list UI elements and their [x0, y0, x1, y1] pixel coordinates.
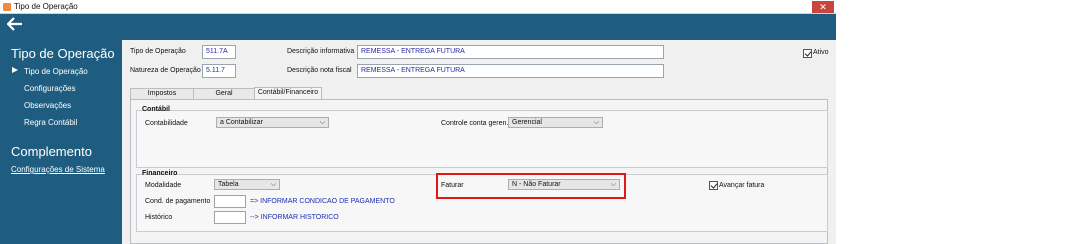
ativo-label: Ativo [813, 49, 829, 56]
sidebar-item-regra-contabil[interactable]: Regra Contábil [24, 118, 77, 127]
window-title: Tipo de Operação [14, 2, 78, 11]
historico-field[interactable] [214, 211, 246, 224]
sidebar-section-complemento: Complemento [11, 144, 92, 159]
sidebar-item-configuracoes[interactable]: Configurações [24, 84, 76, 93]
controle-conta-label: Controle conta geren. [441, 120, 509, 127]
descricao-informativa-field[interactable]: REMESSA - ENTREGA FUTURA [357, 45, 664, 59]
app-window: Tipo de Operação ✕ Tipo de Operação Tipo… [0, 0, 836, 244]
back-arrow-icon-svg [6, 17, 22, 31]
descricao-nota-label: Descrição nota fiscal [287, 67, 352, 74]
informar-historico-link[interactable]: --> INFORMAR HISTORICO [250, 214, 339, 221]
app-icon [3, 3, 11, 11]
modalidade-select[interactable]: Tabela ⌵ [214, 179, 280, 190]
informar-condicao-link[interactable]: => INFORMAR CONDICAO DE PAGAMENTO [250, 198, 395, 205]
modalidade-label: Modalidade [145, 182, 182, 189]
sidebar-section-title: Tipo de Operação [11, 46, 115, 61]
historico-label: Histórico [145, 214, 173, 221]
sidebar-item-observacoes[interactable]: Observações [24, 101, 71, 110]
controle-conta-select[interactable]: Gerencial ⌵ [508, 117, 603, 128]
window-titlebar: Tipo de Operação ✕ [0, 0, 836, 14]
top-bar [0, 14, 836, 40]
contabilidade-label: Contabilidade [145, 120, 188, 127]
tab-contabil-financeiro[interactable]: Contábil/Financeiro [254, 87, 322, 99]
financeiro-group-title: Financeiro [142, 170, 178, 177]
back-arrow-icon[interactable] [6, 17, 23, 35]
avancar-fatura-label: Avançar fatura [719, 182, 765, 189]
highlight-box [436, 173, 626, 199]
cond-pagamento-label: Cond. de pagamento [145, 198, 211, 205]
modalidade-value: Tabela [218, 181, 239, 188]
natureza-operacao-field[interactable]: 5.11.7 [202, 64, 236, 78]
tipo-operacao-field[interactable]: 511.7A [202, 45, 236, 59]
sidebar-link-config-sistema[interactable]: Configurações de Sistema [11, 165, 105, 174]
main-content: Tipo de Operação 511.7A Natureza de Oper… [122, 40, 836, 244]
contabilidade-value: a Contabilizar [220, 119, 263, 126]
tipo-operacao-label: Tipo de Operação [130, 48, 186, 55]
cond-pagamento-field[interactable] [214, 195, 246, 208]
chevron-down-icon: ⌵ [319, 119, 325, 126]
close-button[interactable]: ✕ [812, 1, 834, 13]
ativo-checkbox[interactable] [803, 49, 812, 58]
chevron-down-icon: ⌵ [593, 119, 599, 126]
natureza-operacao-label: Natureza de Operação [130, 67, 201, 74]
chevron-down-icon: ⌵ [270, 181, 276, 188]
controle-conta-value: Gerencial [512, 119, 542, 126]
descricao-informativa-label: Descrição informativa [287, 48, 355, 55]
sidebar-item-tipo-operacao[interactable]: Tipo de Operação [24, 67, 88, 76]
contabil-group-title: Contábil [142, 106, 170, 113]
avancar-fatura-checkbox[interactable] [709, 181, 718, 190]
active-item-arrow-icon [12, 67, 18, 73]
tab-geral[interactable]: Geral [193, 88, 255, 99]
descricao-nota-field[interactable]: REMESSA - ENTREGA FUTURA [357, 64, 664, 78]
contabilidade-select[interactable]: a Contabilizar ⌵ [216, 117, 329, 128]
sidebar: Tipo de Operação Tipo de Operação Config… [0, 40, 122, 244]
tab-impostos[interactable]: Impostos [130, 88, 194, 99]
